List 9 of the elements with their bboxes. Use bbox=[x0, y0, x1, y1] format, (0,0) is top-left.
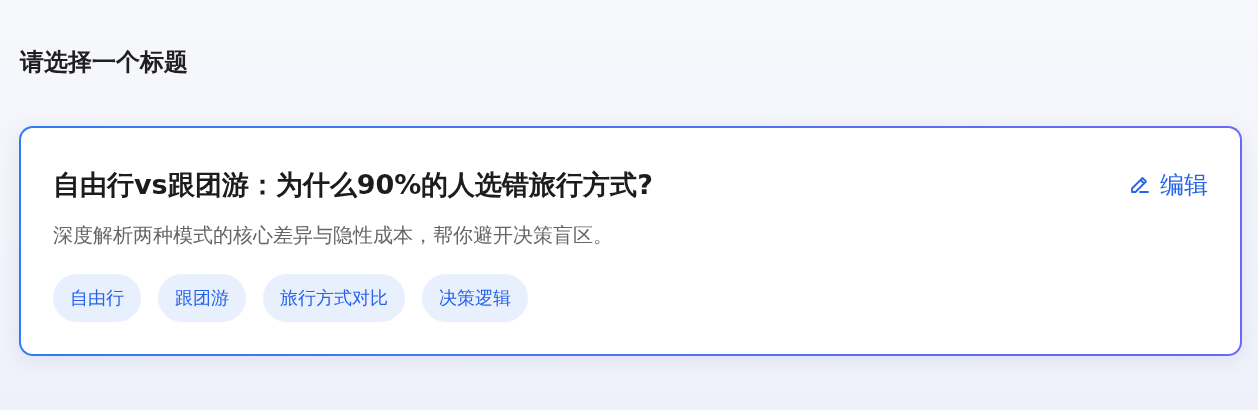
tag-chip: 旅行方式对比 bbox=[263, 274, 405, 322]
section-heading: 请选择一个标题 bbox=[20, 47, 189, 78]
title-option-card[interactable]: 自由行vs跟团游：为什么90%的人选错旅行方式? 编辑 深度解析两种模式的核心差异与隐性成本，帮你避开决策盲区。 自由行 跟团游 旅行方式对比 决策逻辑 bbox=[19, 126, 1242, 356]
option-description: 深度解析两种模式的核心差异与隐性成本，帮你避开决策盲区。 bbox=[53, 222, 614, 249]
tag-chip: 自由行 bbox=[53, 274, 141, 322]
tag-chip: 跟团游 bbox=[158, 274, 246, 322]
edit-button[interactable]: 编辑 bbox=[1128, 169, 1208, 201]
option-title: 自由行vs跟团游：为什么90%的人选错旅行方式? bbox=[53, 168, 653, 202]
tag-chip: 决策逻辑 bbox=[422, 274, 528, 322]
